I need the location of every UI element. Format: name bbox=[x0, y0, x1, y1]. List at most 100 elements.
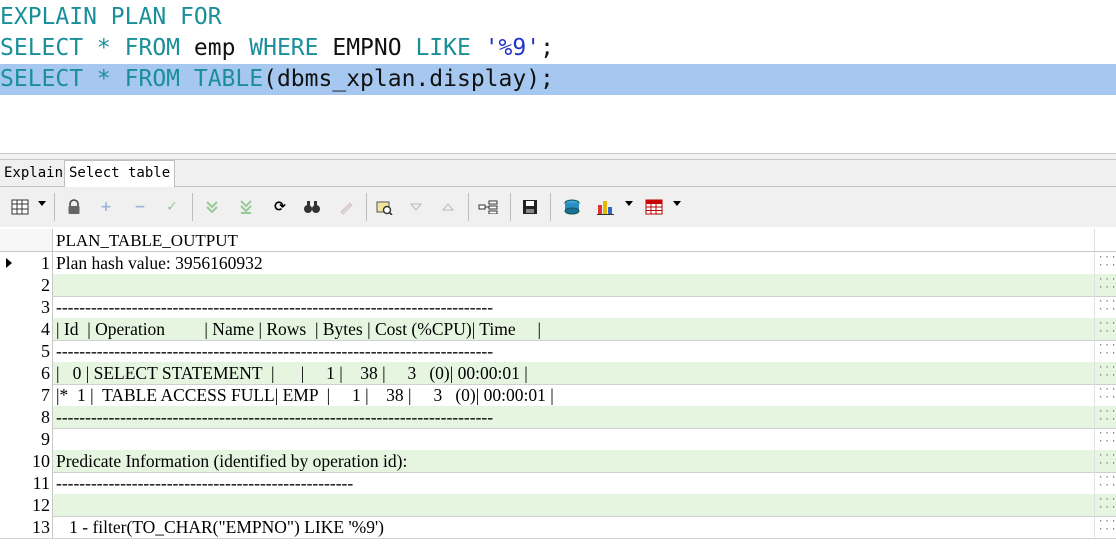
fetch-last-page-icon[interactable] bbox=[236, 197, 256, 217]
splitter-handle[interactable] bbox=[0, 153, 1116, 160]
plan-output-cell[interactable]: Predicate Information (identified by ope… bbox=[56, 450, 407, 472]
cell-editor-button[interactable]: ··· ··· bbox=[1098, 518, 1116, 535]
plan-output-cell[interactable]: ----------------------------------------… bbox=[56, 296, 493, 318]
plan-output-cell[interactable]: | 0 | SELECT STATEMENT | | 1 | 38 | 3 (0… bbox=[56, 362, 528, 384]
delete-record-icon[interactable]: − bbox=[130, 197, 150, 217]
plan-output-cell[interactable]: | Id | Operation | Name | Rows | Bytes |… bbox=[56, 318, 541, 340]
row-number[interactable]: 2 bbox=[0, 274, 53, 296]
table-row[interactable]: 7 |* 1 | TABLE ACCESS FULL| EMP | 1 | 38 … bbox=[0, 384, 1116, 407]
table-row[interactable]: 4 | Id | Operation | Name | Rows | Bytes … bbox=[0, 318, 1116, 341]
cell-editor-button[interactable]: ··· ··· bbox=[1098, 364, 1116, 381]
code-token: LIKE bbox=[415, 35, 485, 61]
chart-icon[interactable] bbox=[596, 197, 616, 217]
lock-icon[interactable] bbox=[64, 197, 84, 217]
cell-editor-button[interactable]: ··· ··· bbox=[1098, 298, 1116, 315]
table-row[interactable]: 10 Predicate Information (identified by o… bbox=[0, 450, 1116, 473]
row-number[interactable]: 5 bbox=[0, 340, 53, 362]
toolbar-separator bbox=[192, 193, 193, 221]
cell-editor-button[interactable]: ··· ··· bbox=[1098, 496, 1116, 513]
query-by-example-icon[interactable] bbox=[374, 197, 394, 217]
column-divider bbox=[1094, 428, 1095, 450]
plan-output-cell[interactable]: ----------------------------------------… bbox=[56, 472, 353, 494]
export-icon[interactable] bbox=[562, 197, 582, 217]
cell-editor-button[interactable]: ··· ··· bbox=[1098, 276, 1116, 293]
row-number[interactable]: 6 bbox=[0, 362, 53, 384]
sql-editor[interactable]: EXPLAIN PLAN FOR SELECT * FROM emp WHERE… bbox=[0, 0, 1116, 153]
code-line[interactable]: SELECT * FROM TABLE(dbms_xplan.display); bbox=[0, 64, 1116, 95]
code-token: SELECT * FROM bbox=[0, 35, 194, 61]
cell-editor-button[interactable]: ··· ··· bbox=[1098, 320, 1116, 337]
row-number[interactable]: 3 bbox=[0, 296, 53, 318]
table-row[interactable]: 13 1 - filter(TO_CHAR("EMPNO") LIKE '%9'… bbox=[0, 516, 1116, 539]
row-number[interactable]: 12 bbox=[0, 494, 53, 516]
row-number[interactable]: 8 bbox=[0, 406, 53, 428]
cell-editor-button[interactable]: ··· ··· bbox=[1098, 254, 1116, 271]
post-changes-icon[interactable]: ✓ bbox=[162, 197, 182, 217]
save-icon[interactable] bbox=[520, 197, 540, 217]
plan-output-cell[interactable]: |* 1 | TABLE ACCESS FULL| EMP | 1 | 38 |… bbox=[56, 384, 554, 406]
table-row[interactable]: 1 Plan hash value: 3956160932 ··· ··· bbox=[0, 252, 1116, 275]
grid-corner bbox=[0, 229, 53, 251]
plan-output-cell[interactable]: 1 - filter(TO_CHAR("EMPNO") LIKE '%9') bbox=[56, 516, 384, 538]
column-divider bbox=[1094, 450, 1095, 472]
row-number[interactable]: 13 bbox=[0, 516, 53, 538]
column-divider bbox=[1094, 406, 1095, 428]
cell-editor-button[interactable]: ··· ··· bbox=[1098, 342, 1116, 359]
current-row-indicator-icon bbox=[6, 258, 12, 268]
code-token: EMPNO bbox=[332, 35, 416, 61]
code-line[interactable]: EXPLAIN PLAN FOR bbox=[0, 2, 1116, 33]
row-number[interactable]: 11 bbox=[0, 472, 53, 494]
cell-editor-button[interactable]: ··· ··· bbox=[1098, 474, 1116, 491]
clear-icon[interactable] bbox=[336, 197, 356, 217]
filter-icon[interactable] bbox=[406, 197, 426, 217]
cell-editor-button[interactable]: ··· ··· bbox=[1098, 430, 1116, 447]
code-token: '%9' bbox=[484, 35, 541, 61]
grid-view-icon[interactable] bbox=[10, 197, 30, 217]
toolbar-separator bbox=[550, 193, 551, 221]
grid-toolbar: + − ✓ ⟳ bbox=[0, 187, 1116, 227]
export-grid-icon[interactable] bbox=[644, 197, 664, 217]
table-row[interactable]: 12 ··· ··· bbox=[0, 494, 1116, 517]
find-icon[interactable] bbox=[302, 197, 322, 217]
row-number[interactable]: 4 bbox=[0, 318, 53, 340]
table-row[interactable]: 8 ---------------------------------------… bbox=[0, 406, 1116, 429]
tab-explain[interactable]: Explain bbox=[0, 161, 67, 185]
code-line[interactable]: SELECT * FROM emp WHERE EMPNO LIKE '%9'; bbox=[0, 33, 1116, 64]
row-number[interactable]: 9 bbox=[0, 428, 53, 450]
sort-icon[interactable] bbox=[438, 197, 458, 217]
toolbar-separator bbox=[54, 193, 55, 221]
add-record-icon[interactable]: + bbox=[96, 197, 116, 217]
table-row[interactable]: 9 ··· ··· bbox=[0, 428, 1116, 451]
table-row[interactable]: 2 ··· ··· bbox=[0, 274, 1116, 297]
cell-editor-button[interactable]: ··· ··· bbox=[1098, 408, 1116, 425]
column-header-plan-table-output[interactable]: PLAN_TABLE_OUTPUT bbox=[56, 229, 238, 251]
column-divider bbox=[1094, 362, 1095, 384]
result-grid[interactable]: PLAN_TABLE_OUTPUT 1 Plan hash value: 3956… bbox=[0, 229, 1116, 544]
cell-editor-button[interactable]: ··· ··· bbox=[1098, 452, 1116, 469]
fetch-next-page-icon[interactable] bbox=[202, 197, 222, 217]
plan-output-cell[interactable]: Plan hash value: 3956160932 bbox=[56, 252, 263, 274]
table-row[interactable]: 3 ---------------------------------------… bbox=[0, 296, 1116, 319]
plan-output-cell[interactable]: ----------------------------------------… bbox=[56, 406, 493, 428]
chevron-down-icon[interactable] bbox=[38, 201, 46, 206]
column-divider bbox=[1094, 318, 1095, 340]
table-row[interactable]: 5 ---------------------------------------… bbox=[0, 340, 1116, 363]
code-token: emp bbox=[193, 35, 250, 61]
row-number[interactable]: 7 bbox=[0, 384, 53, 406]
cell-editor-button[interactable]: ··· ··· bbox=[1098, 386, 1116, 403]
single-record-view-icon[interactable] bbox=[478, 197, 498, 217]
table-row[interactable]: 11 --------------------------------------… bbox=[0, 472, 1116, 495]
code-token: EXPLAIN PLAN FOR bbox=[0, 4, 222, 30]
code-token: (dbms_xplan.display); bbox=[263, 66, 554, 92]
table-row[interactable]: 6 | 0 | SELECT STATEMENT | | 1 | 38 | 3 (… bbox=[0, 362, 1116, 385]
tab-select-table[interactable]: Select table bbox=[64, 160, 176, 187]
code-token: WHERE bbox=[249, 35, 333, 61]
code-token: ; bbox=[540, 35, 554, 61]
row-number[interactable]: 10 bbox=[0, 450, 53, 472]
chevron-down-icon[interactable] bbox=[673, 201, 681, 206]
plan-output-cell[interactable]: ----------------------------------------… bbox=[56, 340, 493, 362]
refresh-icon[interactable]: ⟳ bbox=[270, 197, 290, 217]
grid-header: PLAN_TABLE_OUTPUT bbox=[0, 229, 1116, 252]
column-divider bbox=[1094, 384, 1095, 406]
chevron-down-icon[interactable] bbox=[625, 201, 633, 206]
